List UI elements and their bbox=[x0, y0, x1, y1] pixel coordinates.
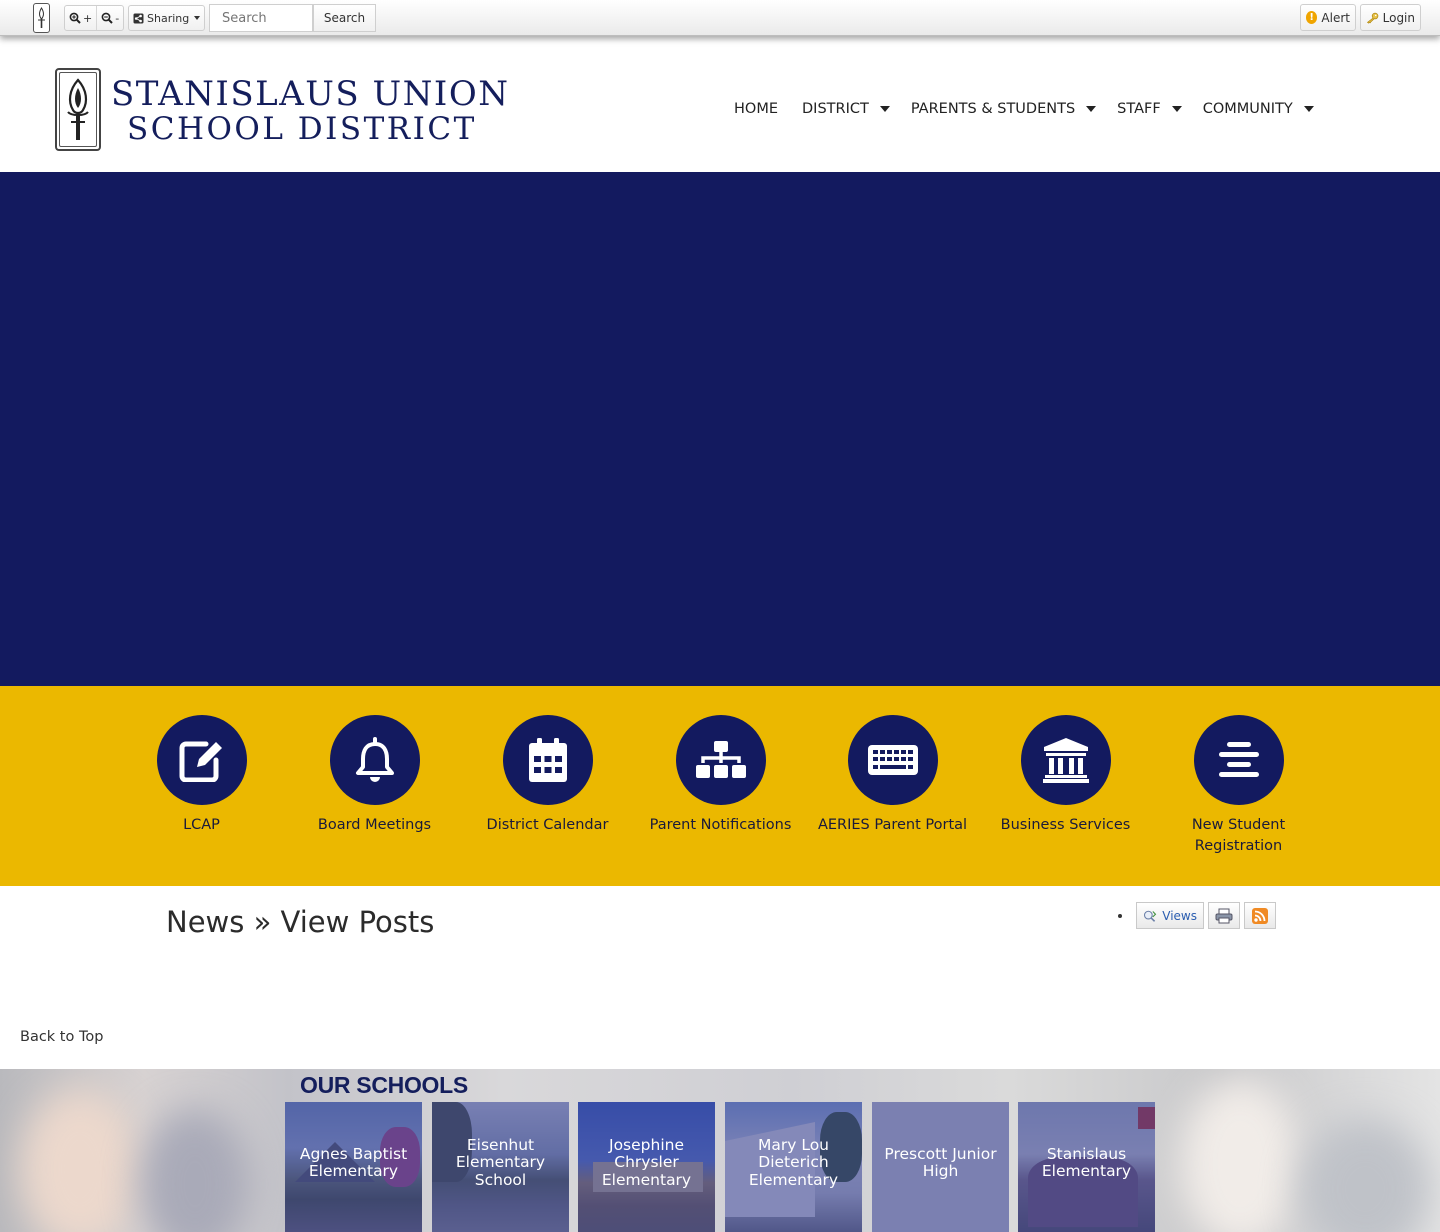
school-tile-stanislaus[interactable]: Stanislaus Elementary bbox=[1018, 1102, 1155, 1232]
page-tools: Views bbox=[1118, 902, 1276, 929]
alert-label: Alert bbox=[1321, 10, 1350, 25]
rss-icon bbox=[1252, 907, 1268, 924]
main-navigation: HOME DISTRICT PARENTS & STUDENTS STAFF C… bbox=[734, 101, 1314, 117]
alert-button[interactable]: ! Alert bbox=[1300, 4, 1356, 31]
nav-label: STAFF bbox=[1117, 101, 1161, 117]
calendar-icon bbox=[502, 715, 593, 805]
key-icon bbox=[1366, 12, 1379, 24]
sitemap-icon bbox=[675, 715, 766, 805]
background-photo-blur bbox=[20, 1089, 140, 1232]
list-bullet bbox=[1118, 913, 1122, 918]
zoom-in-button[interactable]: + bbox=[65, 6, 96, 30]
school-name: Eisenhut Elementary School bbox=[455, 1135, 546, 1189]
bell-icon bbox=[329, 715, 420, 805]
institution-icon bbox=[1020, 715, 1111, 805]
zoom-in-label: + bbox=[83, 11, 93, 25]
alert-icon: ! bbox=[1306, 11, 1318, 24]
school-tile-mary-lou-dieterich[interactable]: Mary Lou Dieterich Elementary bbox=[725, 1102, 862, 1232]
caret-down-icon bbox=[879, 106, 890, 112]
our-schools-section: OUR SCHOOLS Agnes Baptist Elementary Eis… bbox=[0, 1069, 1440, 1232]
nav-community[interactable]: COMMUNITY bbox=[1203, 101, 1314, 117]
quick-link-label: Parent Notifications bbox=[649, 817, 792, 833]
share-icon bbox=[133, 13, 144, 23]
school-tile-josephine-chrysler[interactable]: Josephine Chrysler Elementary bbox=[578, 1102, 715, 1232]
views-icon bbox=[1143, 910, 1157, 922]
quick-link-label: Board Meetings bbox=[317, 817, 432, 833]
quick-link-label: Business Services bbox=[1000, 817, 1131, 833]
quick-link-label: LCAP bbox=[183, 817, 220, 833]
background-photo-blur bbox=[140, 1109, 250, 1232]
zoom-out-label: - bbox=[115, 11, 120, 25]
district-name-line2[interactable]: SCHOOL DISTRICT bbox=[127, 111, 477, 147]
sharing-dropdown[interactable]: Sharing bbox=[128, 5, 205, 31]
utility-toolbar: + - Sharing Search ! Alert Login bbox=[0, 0, 1440, 36]
our-schools-heading: OUR SCHOOLS bbox=[300, 1072, 468, 1098]
sharing-label: Sharing bbox=[147, 11, 190, 25]
quick-link-label: AERIES Parent Portal bbox=[817, 817, 968, 833]
background-photo-blur bbox=[1180, 1079, 1300, 1232]
hero-banner bbox=[0, 172, 1440, 686]
school-tile-agnes-baptist[interactable]: Agnes Baptist Elementary bbox=[285, 1102, 422, 1232]
nav-parents-students[interactable]: PARENTS & STUDENTS bbox=[910, 101, 1097, 117]
school-tile-prescott[interactable]: Prescott Junior High bbox=[872, 1102, 1009, 1232]
quick-link-district-calendar[interactable]: District Calendar bbox=[461, 715, 634, 836]
zoom-controls: + - bbox=[64, 5, 124, 31]
district-mini-logo[interactable] bbox=[33, 3, 50, 33]
school-name: Mary Lou Dieterich Elementary bbox=[748, 1135, 839, 1189]
nav-staff[interactable]: STAFF bbox=[1117, 101, 1182, 117]
nav-label: DISTRICT bbox=[802, 101, 869, 117]
quick-link-label: New Student Registration bbox=[1191, 817, 1286, 854]
nav-label: PARENTS & STUDENTS bbox=[910, 101, 1076, 117]
quick-links-bar: LCAP Board Meetings District Calendar Pa… bbox=[0, 686, 1440, 886]
school-name: Prescott Junior High bbox=[884, 1144, 997, 1180]
login-label: Login bbox=[1382, 10, 1415, 25]
search-input[interactable] bbox=[209, 4, 313, 32]
print-button[interactable] bbox=[1208, 902, 1240, 929]
nav-home[interactable]: HOME bbox=[734, 101, 778, 117]
district-logo-icon[interactable] bbox=[55, 68, 101, 151]
nav-label: COMMUNITY bbox=[1202, 101, 1293, 117]
school-name: Stanislaus Elementary bbox=[1041, 1144, 1132, 1180]
quick-link-business-services[interactable]: Business Services bbox=[979, 715, 1152, 836]
rss-button[interactable] bbox=[1244, 902, 1276, 929]
zoom-out-button[interactable]: - bbox=[96, 6, 123, 30]
caret-down-icon bbox=[1171, 106, 1182, 112]
school-tile-eisenhut[interactable]: Eisenhut Elementary School bbox=[432, 1102, 569, 1232]
caret-down-icon bbox=[1086, 106, 1097, 112]
chevron-down-icon bbox=[194, 16, 201, 20]
search-button[interactable]: Search bbox=[313, 4, 376, 32]
zoom-in-icon bbox=[69, 12, 81, 24]
district-name-line1[interactable]: STANISLAUS UNION bbox=[111, 74, 509, 114]
background-photo-blur bbox=[1300, 1119, 1430, 1232]
views-label: Views bbox=[1162, 908, 1197, 923]
nav-district[interactable]: DISTRICT bbox=[802, 101, 890, 117]
back-to-top-link[interactable]: Back to Top bbox=[20, 1029, 103, 1045]
quick-link-lcap[interactable]: LCAP bbox=[115, 715, 288, 836]
nav-label: HOME bbox=[734, 101, 778, 117]
login-button[interactable]: Login bbox=[1360, 4, 1421, 31]
quick-link-label: District Calendar bbox=[486, 817, 609, 833]
caret-down-icon bbox=[1303, 106, 1314, 112]
site-header: STANISLAUS UNION SCHOOL DISTRICT HOME DI… bbox=[0, 38, 1440, 172]
views-button[interactable]: Views bbox=[1136, 902, 1204, 929]
quick-link-parent-notifications[interactable]: Parent Notifications bbox=[634, 715, 807, 836]
quick-link-board-meetings[interactable]: Board Meetings bbox=[288, 715, 461, 836]
zoom-out-icon bbox=[101, 12, 113, 24]
print-icon bbox=[1215, 908, 1233, 923]
keyboard-icon bbox=[847, 715, 938, 805]
edit-icon bbox=[156, 715, 247, 805]
quick-link-aeries-parent-portal[interactable]: AERIES Parent Portal bbox=[806, 715, 979, 836]
school-name: Agnes Baptist Elementary bbox=[299, 1144, 408, 1180]
school-name: Josephine Chrysler Elementary bbox=[601, 1135, 692, 1189]
page-title: News » View Posts bbox=[166, 905, 435, 939]
align-center-icon bbox=[1193, 715, 1284, 805]
quick-link-new-student-registration[interactable]: New Student Registration bbox=[1152, 715, 1325, 857]
